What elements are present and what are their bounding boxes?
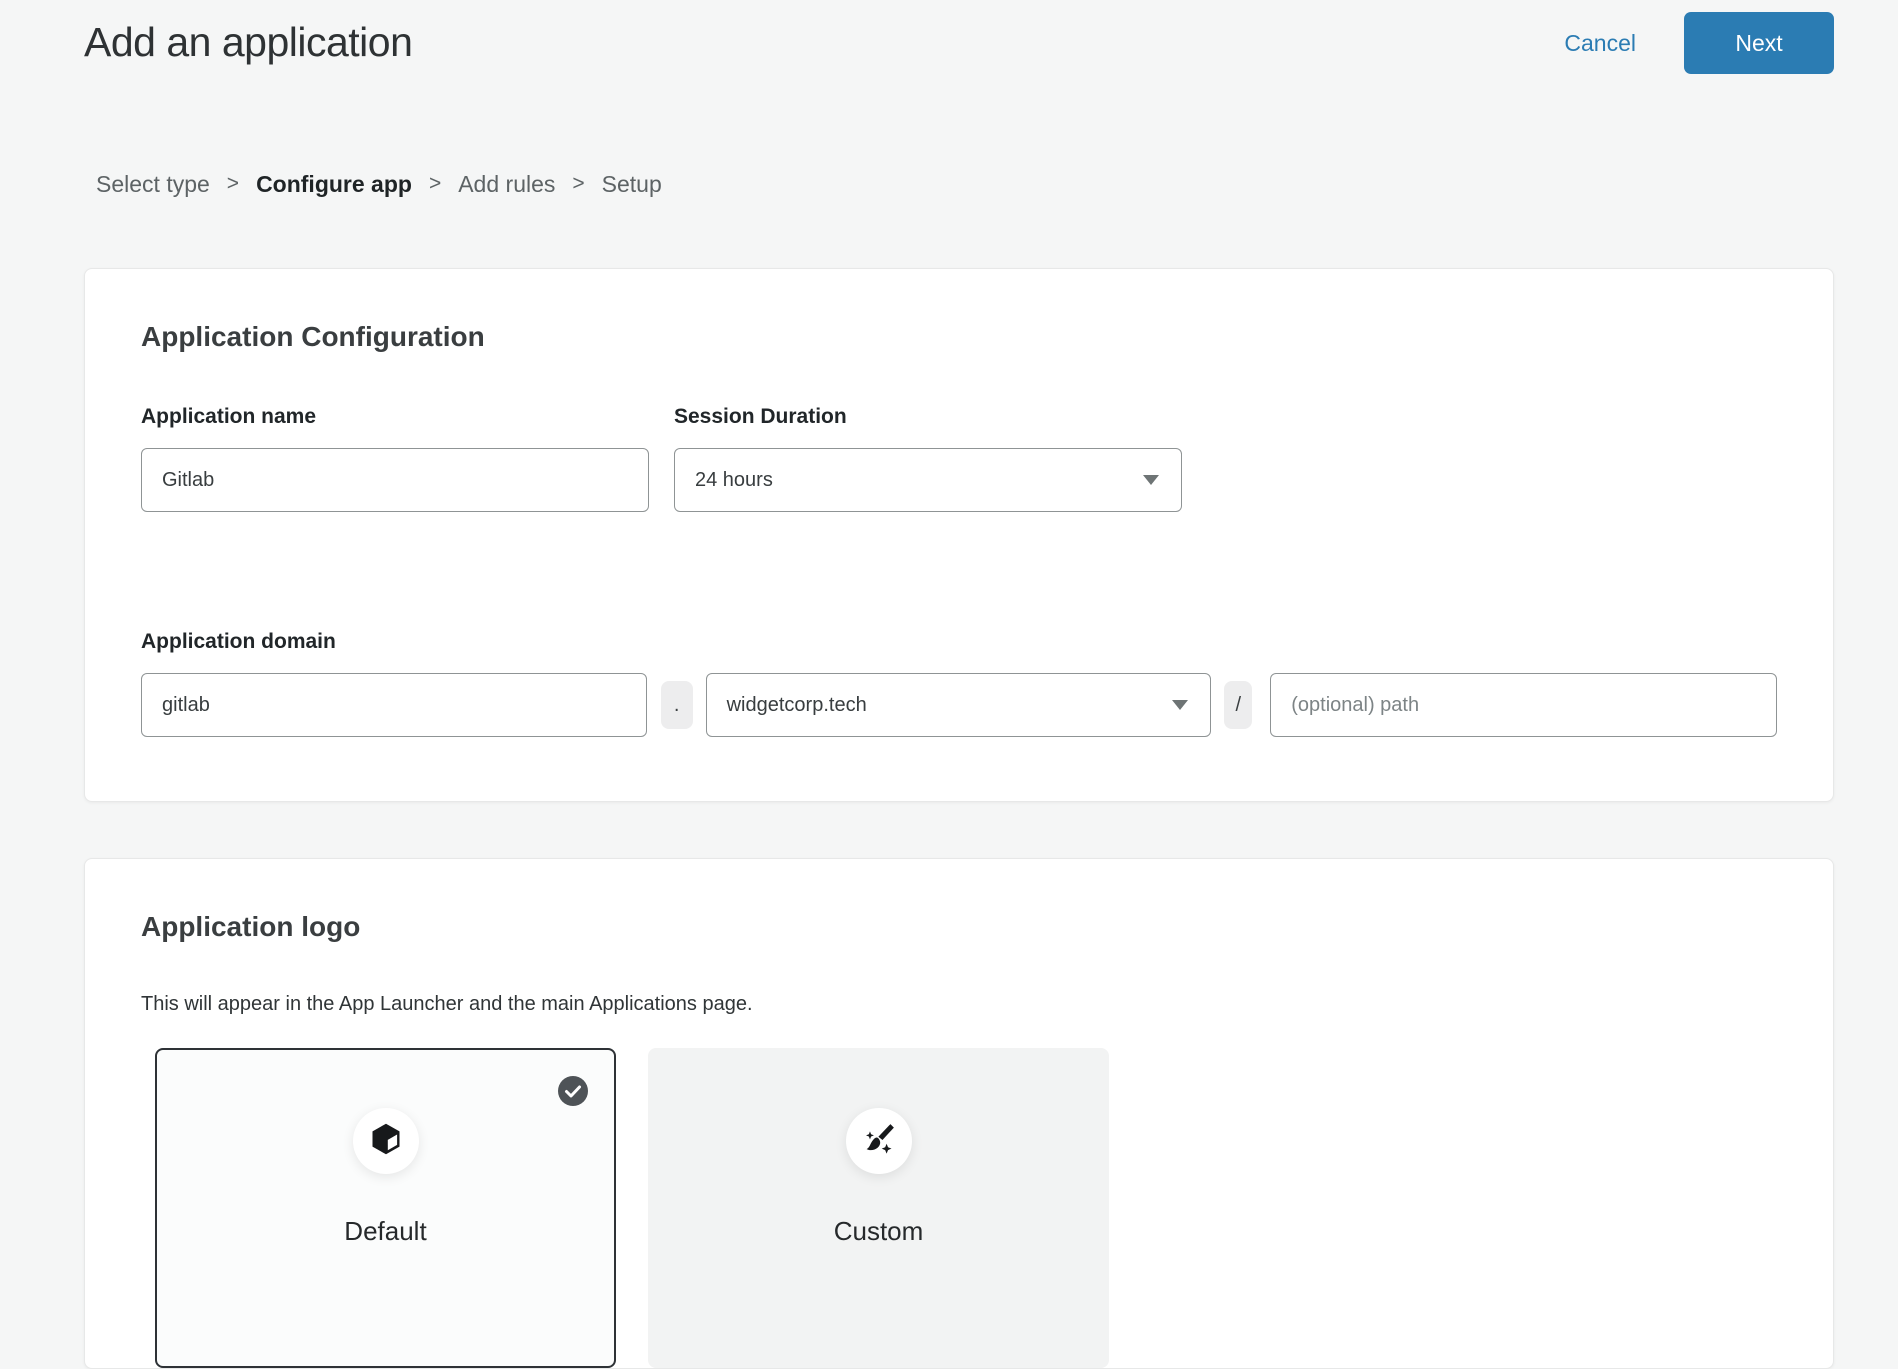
logo-option-custom[interactable]: Custom: [648, 1048, 1109, 1368]
default-logo-circle: [353, 1108, 419, 1174]
application-logo-description: This will appear in the App Launcher and…: [141, 993, 1777, 1016]
logo-options-row: Default Custom: [155, 1048, 1777, 1368]
breadcrumb-separator: >: [429, 170, 441, 198]
application-domain-section: Application domain . widgetcorp.tech /: [141, 630, 1777, 737]
step-add-rules[interactable]: Add rules: [458, 170, 555, 198]
application-name-label: Application name: [141, 405, 649, 429]
next-button[interactable]: Next: [1684, 12, 1834, 74]
top-actions: Cancel Next: [1564, 12, 1834, 74]
session-duration-label: Session Duration: [674, 405, 1182, 429]
top-bar: Add an application Cancel Next: [84, 12, 1834, 74]
logo-option-label: Custom: [650, 1216, 1107, 1247]
breadcrumb-separator: >: [572, 170, 584, 198]
cube-icon: [368, 1121, 404, 1162]
check-badge-icon: [558, 1076, 588, 1106]
application-configuration-heading: Application Configuration: [141, 321, 1777, 353]
session-duration-field-group: Session Duration 24 hours: [674, 405, 1182, 512]
slash-separator: /: [1224, 681, 1252, 729]
chevron-down-icon: [1143, 475, 1159, 485]
chevron-down-icon: [1172, 700, 1188, 710]
custom-logo-circle: [846, 1108, 912, 1174]
page-title: Add an application: [84, 18, 412, 67]
add-application-page: Add an application Cancel Next Select ty…: [0, 0, 1898, 1369]
breadcrumb: Select type > Configure app > Add rules …: [96, 170, 1834, 198]
name-session-row: Application name Session Duration 24 hou…: [141, 405, 1777, 512]
session-duration-select[interactable]: 24 hours: [674, 448, 1182, 512]
session-duration-value: 24 hours: [695, 469, 773, 492]
domain-select[interactable]: widgetcorp.tech: [706, 673, 1212, 737]
application-domain-row: . widgetcorp.tech /: [141, 673, 1777, 737]
step-setup[interactable]: Setup: [602, 170, 662, 198]
application-configuration-card: Application Configuration Application na…: [84, 268, 1834, 802]
logo-option-default[interactable]: Default: [155, 1048, 616, 1368]
domain-select-value: widgetcorp.tech: [727, 694, 867, 717]
breadcrumb-separator: >: [227, 170, 239, 198]
application-domain-label: Application domain: [141, 630, 1777, 654]
step-select-type[interactable]: Select type: [96, 170, 210, 198]
application-logo-card: Application logo This will appear in the…: [84, 858, 1834, 1369]
logo-option-label: Default: [157, 1216, 614, 1247]
paintbrush-icon: [860, 1120, 898, 1163]
dot-separator: .: [661, 681, 693, 729]
cancel-button[interactable]: Cancel: [1564, 30, 1636, 57]
application-logo-heading: Application logo: [141, 911, 1777, 943]
application-name-field-group: Application name: [141, 405, 649, 512]
step-configure-app[interactable]: Configure app: [256, 170, 412, 198]
application-name-input[interactable]: [141, 448, 649, 512]
subdomain-input[interactable]: [141, 673, 647, 737]
path-input[interactable]: [1270, 673, 1777, 737]
